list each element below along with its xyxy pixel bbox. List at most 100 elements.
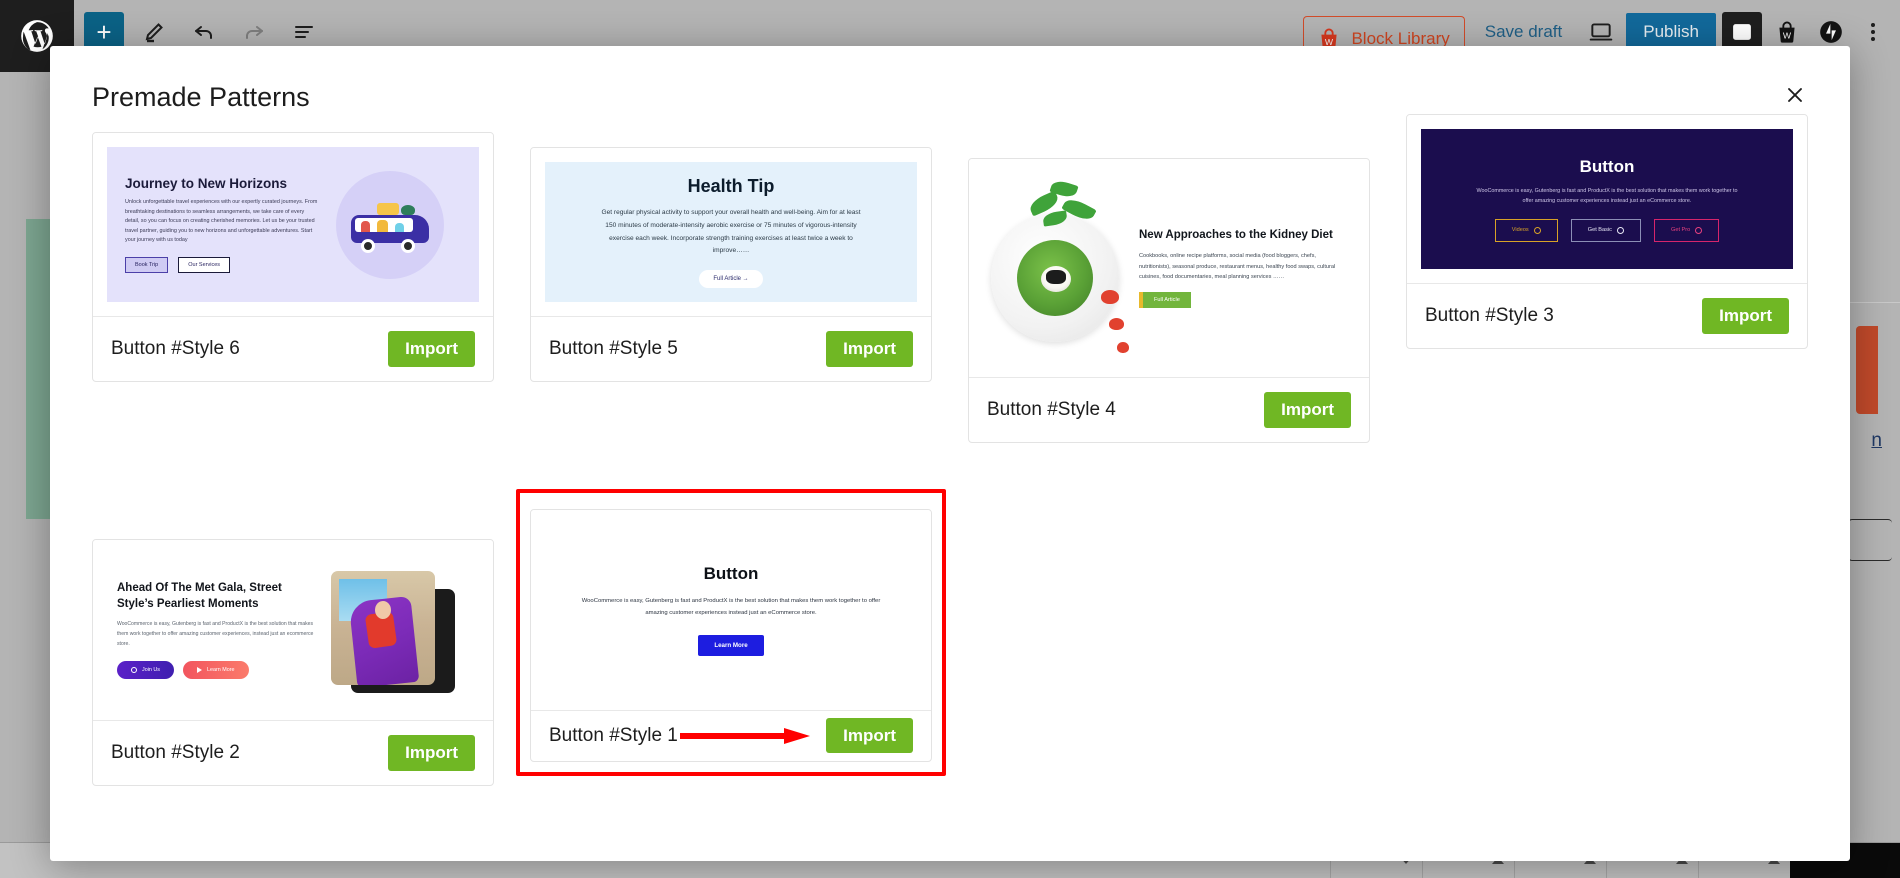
pattern-footer: Button #Style 5 Import [531, 316, 931, 381]
kebab-dot [1871, 37, 1875, 41]
pattern-footer: Button #Style 3 Import [1407, 283, 1807, 348]
preview-button-videos: Videos [1494, 218, 1558, 242]
pattern-title: Button #Style 3 [1425, 305, 1554, 326]
tomato-shape [1101, 290, 1119, 304]
preview-body: Unlock unforgettable travel experiences … [125, 199, 318, 244]
kebab-menu-icon[interactable] [1856, 12, 1890, 52]
pattern-card[interactable]: Health Tip Get regular physical activity… [530, 147, 932, 382]
tomato-shape [1109, 318, 1124, 330]
pattern-card[interactable]: Ahead Of The Met Gala, Street Style’s Pe… [92, 539, 494, 786]
pattern-preview: Button WooCommerce is easy, Gutenberg is… [531, 510, 931, 710]
preview-dark-button: Button WooCommerce is easy, Gutenberg is… [1421, 129, 1793, 269]
save-draft-button[interactable]: Save draft [1471, 22, 1577, 42]
preview-body: WooCommerce is easy, Gutenberg is fast a… [117, 620, 314, 647]
preview-body: Get regular physical activity to support… [601, 208, 861, 255]
passenger-shape [395, 222, 405, 232]
kebab-dot [1871, 23, 1875, 27]
preview-button-get-basic-label: Get Basic [1587, 227, 1612, 233]
photo-shape [330, 571, 435, 685]
tomato-shape [1117, 342, 1129, 353]
preview-button-get-pro: Get Pro [1653, 218, 1720, 242]
pattern-card[interactable]: Button WooCommerce is easy, Gutenberg is… [530, 509, 932, 762]
preview-button-videos-label: Videos [1511, 227, 1529, 233]
jetpack-glyph [1820, 21, 1842, 43]
pattern-preview: Ahead Of The Met Gala, Street Style’s Pe… [93, 540, 493, 720]
wheel-shape [361, 238, 376, 253]
pattern-card[interactable]: Button WooCommerce is easy, Gutenberg is… [1406, 114, 1808, 349]
patterns-grid: Journey to New Horizons Unlock unforgett… [50, 114, 1850, 786]
pattern-preview: Journey to New Horizons Unlock unforgett… [93, 133, 493, 316]
pattern-footer: Button #Style 2 Import [93, 720, 493, 785]
van-shape [347, 201, 433, 253]
preview-kidney-diet: New Approaches to the Kidney Diet Cookbo… [983, 173, 1355, 363]
preview-button-get-pro-label: Get Pro [1670, 227, 1691, 233]
preview-health-tip: Health Tip Get regular physical activity… [545, 162, 917, 302]
import-button[interactable]: Import [826, 331, 913, 367]
pattern-preview: New Approaches to the Kidney Diet Cookbo… [969, 159, 1369, 377]
preview-body: WooCommerce is easy, Gutenberg is fast a… [581, 598, 881, 616]
preview-button-join-us: Join Us [117, 660, 174, 679]
pattern-title: Button #Style 4 [987, 399, 1116, 420]
shopping-bag-glyph: W [1779, 21, 1795, 43]
preview-heading: Button [1579, 156, 1635, 176]
wheel-shape [401, 238, 416, 253]
pattern-title: Button #Style 6 [111, 338, 240, 359]
pattern-title: Button #Style 1 [549, 725, 678, 746]
import-button[interactable]: Import [388, 735, 475, 771]
pattern-footer: Button #Style 6 Import [93, 316, 493, 381]
background-right-box [1848, 519, 1892, 561]
empty-grid-cell [1406, 479, 1808, 480]
preview-journey: Journey to New Horizons Unlock unforgett… [107, 147, 479, 302]
preview-buttons: Book Trip Our Services [125, 256, 320, 273]
preview-button-full-article: Full Article → [699, 270, 763, 289]
preview-illustration [320, 170, 461, 279]
background-orange-block [1856, 326, 1878, 414]
salad-photo-icon [983, 178, 1133, 358]
leaf-shape [1061, 195, 1097, 224]
pattern-footer: Button #Style 1 Import [531, 710, 931, 761]
olives-shape [1046, 270, 1066, 284]
preview-heading: New Approaches to the Kidney Diet [1139, 229, 1333, 242]
passenger-shape [361, 220, 371, 232]
pattern-preview: Health Tip Get regular physical activity… [531, 148, 931, 316]
pattern-title: Button #Style 5 [549, 338, 678, 359]
preview-button-get-basic: Get Basic [1570, 218, 1641, 242]
passenger-shape [377, 219, 389, 232]
pattern-card[interactable]: Journey to New Horizons Unlock unforgett… [92, 132, 494, 382]
preview-button-book-trip: Book Trip [125, 256, 169, 273]
preview-buttons: Videos Get Basic Get Pro [1494, 218, 1720, 242]
arrow-circle-icon [1616, 226, 1624, 234]
pattern-card[interactable]: New Approaches to the Kidney Diet Cookbo… [968, 158, 1370, 443]
preview-body: Cookbooks, online recipe platforms, soci… [1139, 253, 1336, 281]
close-icon[interactable] [1778, 78, 1812, 112]
preview-buttons: Join Us Learn More [117, 660, 315, 679]
preview-heading: Button [703, 564, 759, 584]
preview-button-our-services: Our Services [178, 256, 231, 273]
pattern-footer: Button #Style 4 Import [969, 377, 1369, 442]
pointer-arrow-icon [680, 728, 811, 744]
luggage-shape [377, 202, 400, 215]
import-button[interactable]: Import [1702, 298, 1789, 334]
import-button[interactable]: Import [1264, 392, 1351, 428]
van-illustration-icon [336, 170, 445, 279]
pattern-title: Button #Style 2 [111, 742, 240, 763]
pattern-preview: Button WooCommerce is easy, Gutenberg is… [1407, 115, 1807, 283]
preview-text-block: New Approaches to the Kidney Diet Cookbo… [1139, 228, 1355, 308]
kebab-dot [1871, 30, 1875, 34]
empty-grid-cell [968, 479, 1370, 480]
preview-met-gala: Ahead Of The Met Gala, Street Style’s Pe… [107, 554, 479, 706]
preview-button-learn-more: Learn More [698, 634, 764, 656]
preview-heading: Health Tip [687, 175, 775, 196]
preview-body: WooCommerce is easy, Gutenberg is fast a… [1476, 187, 1738, 204]
background-right-link[interactable]: n [1871, 430, 1882, 452]
highlighted-pattern-wrapper: Button WooCommerce is easy, Gutenberg is… [516, 489, 946, 776]
preview-button-full-article: Full Article [1139, 291, 1191, 308]
import-button[interactable]: Import [826, 718, 913, 753]
import-button[interactable]: Import [388, 331, 475, 367]
modal-header: Premade Patterns [50, 46, 1850, 132]
play-circle-icon [1533, 226, 1541, 234]
preview-button-join-us-label: Join Us [142, 666, 160, 673]
fashion-photo-icon [325, 569, 475, 693]
svg-text:W: W [1325, 36, 1334, 46]
preview-simple-button: Button WooCommerce is easy, Gutenberg is… [545, 524, 917, 696]
